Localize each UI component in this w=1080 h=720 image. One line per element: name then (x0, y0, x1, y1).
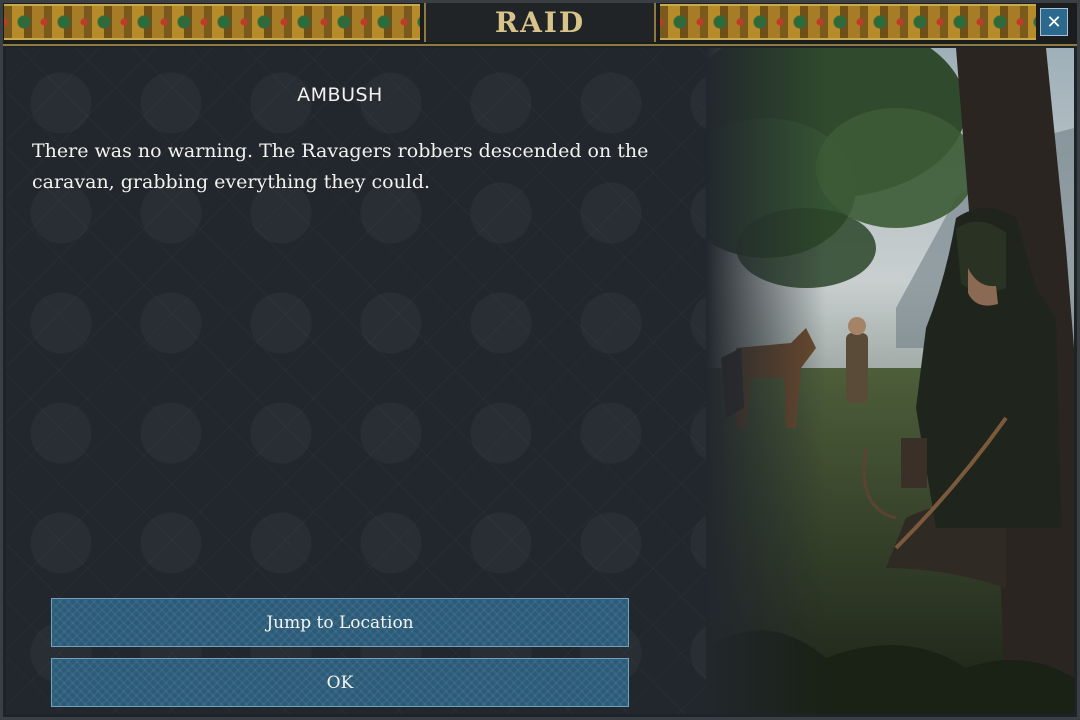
ornament-left (4, 4, 420, 40)
ok-label: OK (326, 672, 354, 693)
event-panel: AMBUSH There was no warning. The Ravager… (6, 48, 1074, 714)
title-banner: RAID (0, 0, 1080, 46)
ok-button[interactable]: OK (51, 658, 629, 707)
window-title: RAID (494, 5, 586, 39)
illustration-fade (706, 48, 826, 714)
jump-to-location-button[interactable]: Jump to Location (51, 598, 629, 647)
event-description: There was no warning. The Ravagers robbe… (32, 140, 649, 193)
jump-to-location-label: Jump to Location (266, 612, 414, 633)
ornament-right (660, 4, 1036, 40)
close-icon: ✕ (1046, 11, 1062, 33)
close-button[interactable]: ✕ (1040, 8, 1068, 36)
event-heading: AMBUSH (297, 84, 383, 106)
title-plate: RAID (424, 2, 656, 42)
event-window: RAID ✕ AMBUSH There was no warning. The … (0, 0, 1080, 720)
